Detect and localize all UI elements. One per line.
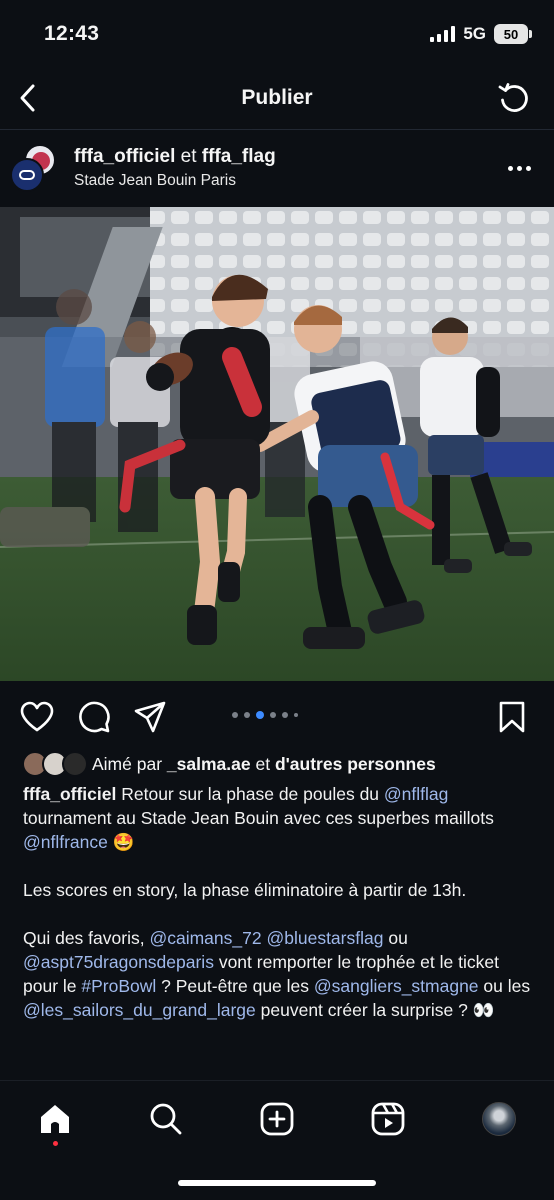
caption-text: ? Peut-être que les — [156, 976, 314, 996]
comment-icon[interactable] — [77, 700, 111, 734]
home-icon[interactable] — [35, 1099, 75, 1139]
mention-link[interactable]: #ProBowl — [81, 976, 156, 996]
create-icon[interactable] — [257, 1099, 297, 1139]
avatar — [10, 158, 44, 192]
battery-level: 50 — [503, 26, 519, 42]
avatar — [482, 1102, 516, 1136]
mention-link[interactable]: @aspt75dragonsdeparis — [23, 952, 214, 972]
network-label: 5G — [463, 24, 486, 43]
post-photo-image — [0, 207, 554, 681]
caption-text: Les scores en story, la phase éliminatoi… — [23, 880, 467, 900]
account-name-primary[interactable]: fffa_officiel — [74, 146, 175, 167]
caption-paragraph-1: fffa_officiel Retour sur la phase de pou… — [23, 782, 535, 854]
page-title: Publier — [241, 86, 313, 109]
caption-text: Retour sur la phase de poules du — [121, 784, 384, 804]
more-options-icon[interactable] — [502, 154, 536, 182]
carousel-dot — [282, 712, 288, 718]
likes-user[interactable]: _salma.ae — [167, 754, 251, 774]
mention-link[interactable]: @bluestarsflag — [266, 928, 383, 948]
account-connector: et — [180, 146, 197, 167]
reels-icon[interactable] — [368, 1099, 408, 1139]
post-actions — [0, 696, 554, 738]
likes-prefix: Aimé par — [92, 753, 163, 774]
status-bar: 12:43 5G 50 — [0, 0, 554, 68]
refresh-icon[interactable] — [496, 80, 532, 116]
caption-p2: Les scores en story, la phase éliminatoi… — [23, 880, 466, 900]
carousel-dot — [232, 712, 238, 718]
post-caption: fffa_officiel Retour sur la phase de pou… — [23, 782, 535, 1082]
battery-icon: 50 — [494, 24, 532, 44]
caption-p3: Qui des favoris, @caimans_72 @bluestarsf… — [23, 928, 530, 1020]
avatar — [62, 751, 88, 777]
mention-link[interactable]: @les_sailors_du_grand_large — [23, 1000, 256, 1020]
search-icon[interactable] — [146, 1099, 186, 1139]
caption-text: tournament au Stade Jean Bouin avec ces … — [23, 808, 494, 828]
app-header: Publier — [0, 72, 554, 126]
account-name-secondary[interactable]: fffa_flag — [202, 146, 276, 167]
home-indicator — [178, 1180, 376, 1186]
carousel-dot — [244, 712, 250, 718]
post-header: fffa_officiel et fffa_flag Stade Jean Bo… — [0, 138, 554, 204]
caption-text: ou — [383, 928, 408, 948]
post-photo[interactable] — [0, 207, 554, 681]
caption-text: 🤩 — [107, 832, 135, 852]
post-location[interactable]: Stade Jean Bouin Paris — [74, 172, 236, 190]
caption-paragraph-3: Qui des favoris, @caimans_72 @bluestarsf… — [23, 926, 535, 1022]
caption-text: Qui des favoris, — [23, 928, 150, 948]
share-icon[interactable] — [133, 700, 167, 734]
likes-connector: et — [255, 753, 271, 774]
mention-link[interactable]: @sangliers_stmagne — [314, 976, 479, 996]
status-time: 12:43 — [44, 22, 100, 45]
carousel-dot — [270, 712, 276, 718]
mention-link[interactable]: @nflfrance — [23, 832, 108, 852]
bookmark-icon[interactable] — [495, 700, 529, 734]
carousel-indicator — [232, 711, 298, 719]
caption-paragraph-2: Les scores en story, la phase éliminatoi… — [23, 878, 535, 902]
mention-link[interactable]: @nflflag — [384, 784, 448, 804]
caption-author[interactable]: fffa_officiel — [23, 784, 116, 804]
caption-text: peuvent créer la surprise ? 👀 — [255, 1000, 495, 1020]
account-avatars[interactable] — [10, 144, 58, 192]
post-accounts: fffa_officiel et fffa_flag — [74, 146, 276, 168]
signal-icon — [430, 26, 456, 42]
notification-dot — [53, 1141, 58, 1146]
header-divider — [0, 129, 554, 130]
likes-others[interactable]: d'autres personnes — [275, 754, 436, 774]
likes-text: Aimé par _salma.ae et d'autres personnes — [92, 754, 436, 775]
profile-avatar[interactable] — [479, 1099, 519, 1139]
likes-row[interactable]: Aimé par _salma.ae et d'autres personnes — [22, 750, 436, 778]
carousel-dot — [294, 713, 298, 717]
heart-icon[interactable] — [20, 700, 54, 734]
status-indicators: 5G 50 — [430, 24, 532, 44]
carousel-dot-active — [256, 711, 264, 719]
caption-text: ou les — [478, 976, 531, 996]
mention-link[interactable]: @caimans_72 — [149, 928, 261, 948]
liker-avatars — [22, 751, 88, 777]
